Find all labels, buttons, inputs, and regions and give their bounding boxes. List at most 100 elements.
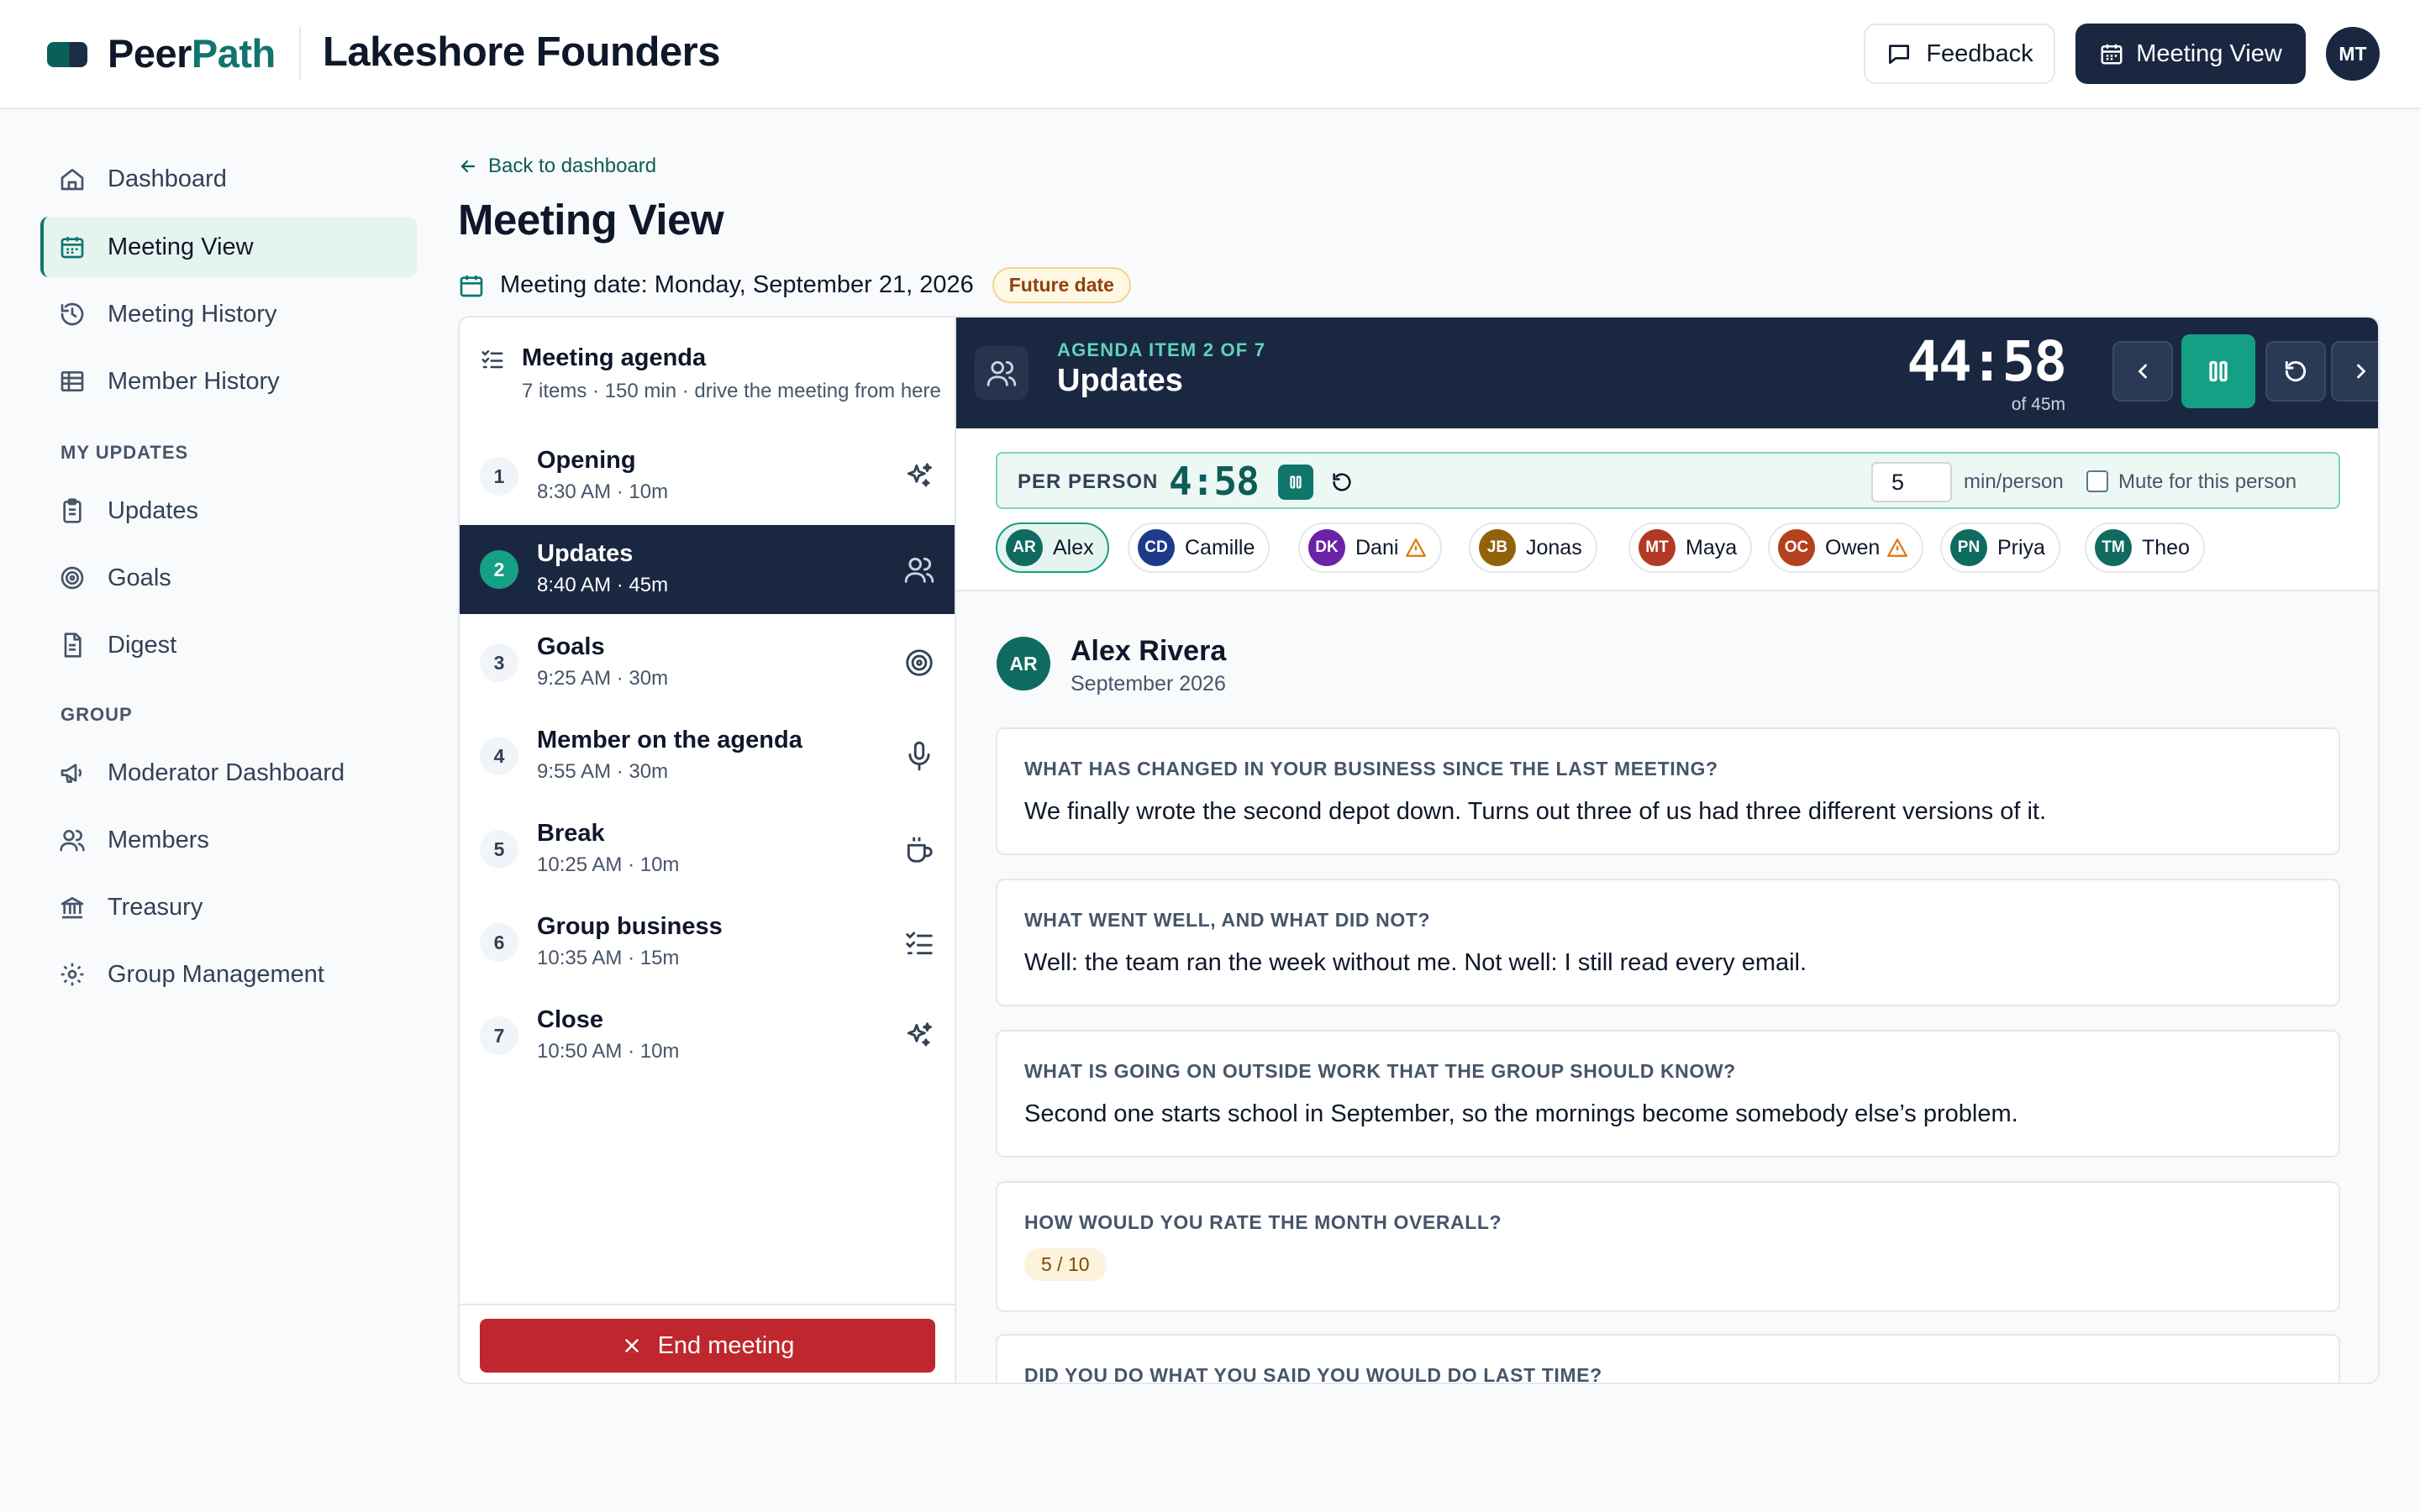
agenda-subtitle: 7 items · 150 min · drive the meeting fr… [522, 380, 941, 402]
bank-icon [60, 897, 84, 919]
member-chip-jonas[interactable]: JB Jonas [1469, 522, 1597, 573]
agenda-item-name: Close [537, 1006, 603, 1033]
agenda-item-number: 2 [480, 550, 518, 589]
member-chip-dani[interactable]: DK Dani [1298, 522, 1443, 573]
sidebar-item-label: Meeting History [108, 300, 277, 328]
feedback-label: Feedback [1926, 39, 2033, 67]
member-chip-priya[interactable]: PN Priya [1940, 522, 2060, 573]
agenda-item-time: 9:25 AM · 30m [537, 667, 669, 690]
end-meeting-label: End meeting [657, 1331, 795, 1359]
sidebar-item-meeting-view[interactable]: Meeting View [40, 217, 417, 277]
avatar: DK [1308, 529, 1345, 566]
chat-icon [1889, 45, 1910, 64]
member-chip-alex[interactable]: AR Alex [996, 522, 1109, 573]
sidebar-item-digest[interactable]: Digest [40, 615, 417, 675]
reset-icon [2285, 360, 2307, 382]
reset-timer-button[interactable] [2265, 341, 2326, 402]
back-to-dashboard-link[interactable]: Back to dashboard [458, 155, 656, 178]
reset-icon [1333, 473, 1351, 491]
feedback-button[interactable]: Feedback [1864, 24, 2055, 84]
section-my-updates: MY UPDATES [60, 442, 189, 463]
agenda-item-4[interactable]: 4 Member on the agenda 9:55 AM · 30m [460, 711, 955, 801]
users-icon [60, 830, 85, 852]
member-chip-owen[interactable]: OC Owen [1768, 522, 1924, 573]
sidebar-item-label: Digest [108, 631, 177, 659]
per-person-pause-button[interactable] [1278, 465, 1313, 500]
avatar: JB [1479, 529, 1516, 566]
meeting-view-button[interactable]: Meeting View [2075, 24, 2306, 84]
member-chip-camille[interactable]: CD Camille [1128, 522, 1270, 573]
users-icon [903, 554, 935, 585]
previous-item-button[interactable] [2112, 341, 2173, 402]
agenda-item-time: 8:40 AM · 45m [537, 574, 669, 596]
brand-name[interactable]: PeerPath [108, 30, 276, 76]
target-icon [903, 647, 935, 679]
sidebar-item-label: Moderator Dashboard [108, 759, 345, 786]
sidebar-item-meeting-history[interactable]: Meeting History [40, 284, 417, 344]
per-person-reset-button[interactable] [1327, 467, 1357, 497]
agenda-item-kicker: AGENDA ITEM 2 OF 7 [1057, 339, 1266, 360]
brand-part1: Peer [108, 31, 192, 76]
question-card: DID YOU DO WHAT YOU SAID YOU WOULD DO LA… [996, 1334, 2340, 1383]
meeting-date-text: Meeting date: Monday, September 21, 2026 [500, 271, 974, 298]
agenda-item-number: 7 [480, 1016, 518, 1055]
coffee-icon [903, 833, 935, 865]
history-icon [60, 302, 84, 326]
agenda-item-number: 6 [480, 923, 518, 962]
agenda-item-3[interactable]: 3 Goals 9:25 AM · 30m [460, 618, 955, 707]
sidebar-item-goals[interactable]: Goals [40, 548, 417, 608]
member-name: Camille [1185, 535, 1255, 559]
agenda-item-2[interactable]: 2 Updates 8:40 AM · 45m [460, 525, 955, 614]
user-avatar[interactable]: MT [2326, 27, 2380, 81]
current-item-title: Updates [1057, 363, 1183, 398]
sparkles-icon [903, 460, 935, 492]
member-chip-maya[interactable]: MT Maya [1628, 522, 1753, 573]
agenda-title: Meeting agenda [522, 344, 707, 371]
back-label: Back to dashboard [488, 155, 657, 177]
agenda-item-name: Goals [537, 633, 605, 660]
page-title: Meeting View [458, 196, 724, 244]
section-group: GROUP [60, 704, 133, 725]
mute-checkbox[interactable] [2086, 470, 2108, 492]
clipboard-icon [63, 498, 82, 523]
chevron-left-icon [2138, 364, 2147, 379]
sidebar-item-members[interactable]: Members [40, 810, 417, 870]
member-update-content: AR Alex Rivera September 2026 WHAT HAS CHAN… [956, 591, 2378, 1383]
question-label: HOW WOULD YOU RATE THE MONTH OVERALL? [1024, 1211, 1502, 1233]
end-meeting-button[interactable]: End meeting [480, 1319, 935, 1373]
item-timer-total: of 45m [2011, 395, 2065, 414]
current-item-panel: AGENDA ITEM 2 OF 7 Updates 44:58 of 45m PER … [956, 318, 2378, 1383]
sidebar-item-dashboard[interactable]: Dashboard [40, 149, 417, 209]
sidebar-item-moderator-dashboard[interactable]: Moderator Dashboard [40, 743, 417, 803]
agenda-item-name: Member on the agenda [537, 727, 802, 753]
agenda-item-5[interactable]: 5 Break 10:25 AM · 10m [460, 805, 955, 894]
sidebar-item-label: Updates [108, 496, 199, 524]
minutes-per-person-input[interactable]: 5 [1871, 462, 1952, 502]
agenda-panel: Meeting agenda 7 items · 150 min · drive… [460, 318, 956, 1383]
member-chip-theo[interactable]: TM Theo [2085, 522, 2205, 573]
agenda-item-6[interactable]: 6 Group business 10:35 AM · 15m [460, 898, 955, 987]
agenda-item-7[interactable]: 7 Close 10:50 AM · 10m [460, 991, 955, 1080]
member-name: Theo [2142, 535, 2190, 559]
member-full-name: Alex Rivera [1071, 635, 1227, 667]
sidebar-item-treasury[interactable]: Treasury [40, 877, 417, 937]
logo-icon [47, 42, 87, 67]
checklist-icon [481, 350, 503, 369]
next-item-button[interactable] [2331, 341, 2378, 402]
question-label: WHAT WENT WELL, AND WHAT DID NOT? [1024, 909, 1431, 931]
item-timer: 44:58 [1907, 329, 2067, 394]
future-date-badge: Future date [992, 267, 1131, 303]
sidebar-item-group-management[interactable]: Group Management [40, 944, 417, 1005]
sidebar-item-updates[interactable]: Updates [40, 480, 417, 541]
sidebar-item-member-history[interactable]: Member History [40, 351, 417, 412]
per-person-timer-bar: PER PERSON 4:58 5 min/person Mute for this p… [996, 452, 2340, 509]
chevron-right-icon [2357, 364, 2366, 379]
pause-timer-button[interactable] [2181, 334, 2255, 408]
target-icon [60, 566, 84, 590]
question-card: WHAT HAS CHANGED IN YOUR BUSINESS SINCE … [996, 727, 2340, 855]
agenda-item-1[interactable]: 1 Opening 8:30 AM · 10m [460, 432, 955, 521]
gear-icon [60, 963, 84, 986]
checklist-icon [903, 927, 935, 958]
agenda-item-number: 1 [480, 457, 518, 496]
sidebar-item-label: Dashboard [108, 165, 227, 192]
